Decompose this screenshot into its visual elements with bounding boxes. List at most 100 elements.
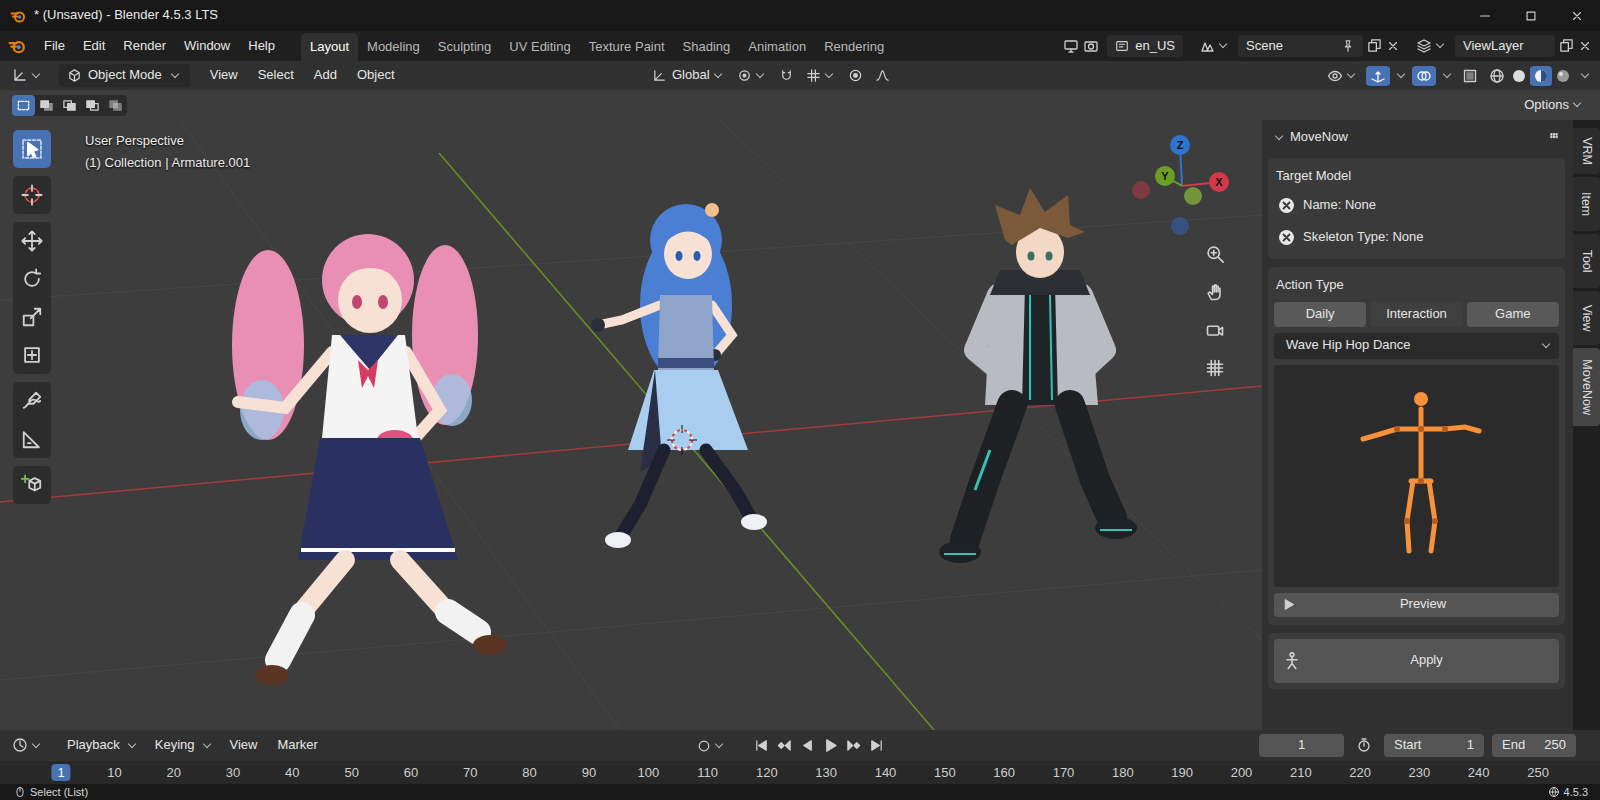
- preview-range-icon[interactable]: [1356, 737, 1372, 753]
- tool-button[interactable]: [13, 130, 51, 168]
- shading-mode-button[interactable]: [1530, 66, 1552, 86]
- frame-tick[interactable]: 30: [220, 764, 246, 781]
- preview-button[interactable]: Preview: [1274, 593, 1559, 617]
- 3d-cursor[interactable]: [667, 425, 697, 455]
- grid-button[interactable]: [1199, 352, 1231, 384]
- frame-tick[interactable]: 160: [987, 764, 1021, 781]
- frame-tick[interactable]: 80: [516, 764, 542, 781]
- remove-view-layer-icon[interactable]: [1578, 39, 1592, 53]
- new-view-layer-icon[interactable]: [1559, 38, 1574, 53]
- remove-scene-icon[interactable]: [1386, 39, 1400, 53]
- tool-button[interactable]: [13, 298, 51, 336]
- frame-tick[interactable]: 170: [1047, 764, 1081, 781]
- xray-icon[interactable]: [1462, 68, 1478, 84]
- negative-axis[interactable]: [1171, 217, 1189, 235]
- pivot-dropdown[interactable]: [733, 66, 771, 85]
- shading-mode-button[interactable]: [1508, 66, 1530, 86]
- frame-tick[interactable]: 120: [750, 764, 784, 781]
- shading-mode-button[interactable]: [1552, 66, 1574, 86]
- auto-key[interactable]: [693, 737, 730, 755]
- camera-button[interactable]: [1199, 314, 1231, 346]
- view-layer-field[interactable]: ViewLayer: [1455, 35, 1555, 58]
- timeline-menu[interactable]: Keying: [147, 735, 218, 756]
- select-mode-button[interactable]: [81, 95, 104, 116]
- header-menu[interactable]: Add: [306, 64, 345, 87]
- frame-tick[interactable]: 210: [1284, 764, 1318, 781]
- jump-end-icon[interactable]: [869, 738, 884, 753]
- editor-type[interactable]: [8, 65, 47, 85]
- minimize-button[interactable]: [1462, 0, 1508, 31]
- zoom-button[interactable]: [1199, 238, 1231, 270]
- action-dropdown[interactable]: Wave Hip Hop Dance: [1274, 333, 1559, 359]
- sidebar-tab[interactable]: MoveNow: [1573, 348, 1600, 426]
- workspace-tab[interactable]: UV Editing: [500, 33, 579, 61]
- overlay-toggle[interactable]: [1412, 66, 1436, 86]
- frame-tick[interactable]: 50: [338, 764, 364, 781]
- pink-character[interactable]: [232, 234, 507, 685]
- snap-target[interactable]: [802, 66, 840, 85]
- pan-button[interactable]: [1199, 276, 1231, 308]
- tool-button[interactable]: [13, 336, 51, 374]
- scene-field[interactable]: Scene: [1238, 35, 1363, 58]
- next-keyframe-icon[interactable]: [846, 738, 861, 753]
- view-layer-selector[interactable]: [1412, 36, 1451, 56]
- grip-icon[interactable]: [1547, 130, 1561, 144]
- timeline-menu[interactable]: Playback: [59, 735, 143, 756]
- workspace-tab[interactable]: Layout: [301, 33, 358, 61]
- expand-icon[interactable]: [1275, 131, 1283, 139]
- frame-tick[interactable]: 180: [1106, 764, 1140, 781]
- frame-tick[interactable]: 60: [398, 764, 424, 781]
- workspace-tab[interactable]: Rendering: [815, 33, 893, 61]
- previous-keyframe-icon[interactable]: [777, 738, 792, 753]
- select-mode-button[interactable]: [12, 95, 35, 116]
- header-menu[interactable]: Object: [349, 64, 403, 87]
- blender-menu-icon[interactable]: [8, 37, 26, 55]
- mode-dropdown[interactable]: Object Mode: [59, 64, 190, 87]
- frame-tick[interactable]: 220: [1343, 764, 1377, 781]
- snap-toggle[interactable]: [775, 66, 798, 85]
- clear-icon[interactable]: [1278, 197, 1295, 214]
- frame-tick[interactable]: 200: [1225, 764, 1259, 781]
- frame-tick[interactable]: 130: [809, 764, 843, 781]
- options-dropdown[interactable]: Options: [1520, 95, 1588, 116]
- tool-button[interactable]: [13, 466, 51, 504]
- frame-tick[interactable]: 250: [1521, 764, 1555, 781]
- select-mode-button[interactable]: [58, 95, 81, 116]
- tool-button[interactable]: [13, 420, 51, 458]
- falloff-dropdown[interactable]: [871, 66, 894, 85]
- play-reverse-icon[interactable]: [800, 738, 815, 753]
- workspace-tab[interactable]: Shading: [674, 33, 740, 61]
- clear-icon[interactable]: [1278, 229, 1295, 246]
- pin-icon[interactable]: [1341, 39, 1355, 53]
- apply-button[interactable]: Apply: [1274, 639, 1559, 683]
- jump-start-icon[interactable]: [754, 738, 769, 753]
- menu-item[interactable]: Window: [176, 35, 238, 58]
- select-mode-button[interactable]: [35, 95, 58, 116]
- workspace-tab[interactable]: Animation: [739, 33, 815, 61]
- frame-tick[interactable]: 70: [457, 764, 483, 781]
- panel-header[interactable]: MoveNow: [1268, 124, 1565, 150]
- editor-type[interactable]: [8, 735, 47, 755]
- scene-canvas[interactable]: [0, 120, 1262, 730]
- menu-item[interactable]: Edit: [75, 35, 113, 58]
- scene-selector[interactable]: [1195, 36, 1234, 56]
- select-mode-button[interactable]: [104, 95, 127, 116]
- negative-axis[interactable]: [1132, 181, 1150, 199]
- workspace-tab[interactable]: Sculpting: [429, 33, 500, 61]
- frame-tick[interactable]: 140: [869, 764, 903, 781]
- tool-button[interactable]: [13, 222, 51, 260]
- menu-item[interactable]: Help: [240, 35, 283, 58]
- frame-tick[interactable]: 240: [1462, 764, 1496, 781]
- frame-tick[interactable]: 100: [631, 764, 665, 781]
- header-menu[interactable]: View: [202, 64, 246, 87]
- viewport[interactable]: User Perspective(1) Collection | Armatur…: [0, 120, 1262, 730]
- proportional-toggle[interactable]: [844, 66, 867, 85]
- header-menu[interactable]: Select: [250, 64, 302, 87]
- action-type-button[interactable]: Interaction: [1370, 302, 1462, 327]
- workspace-tab[interactable]: Modeling: [358, 33, 429, 61]
- start-frame-field[interactable]: Start1: [1384, 734, 1484, 757]
- boy-character[interactable]: [939, 188, 1137, 563]
- frame-tick[interactable]: 90: [576, 764, 602, 781]
- menu-item[interactable]: Render: [115, 35, 174, 58]
- end-frame-field[interactable]: End250: [1492, 734, 1576, 757]
